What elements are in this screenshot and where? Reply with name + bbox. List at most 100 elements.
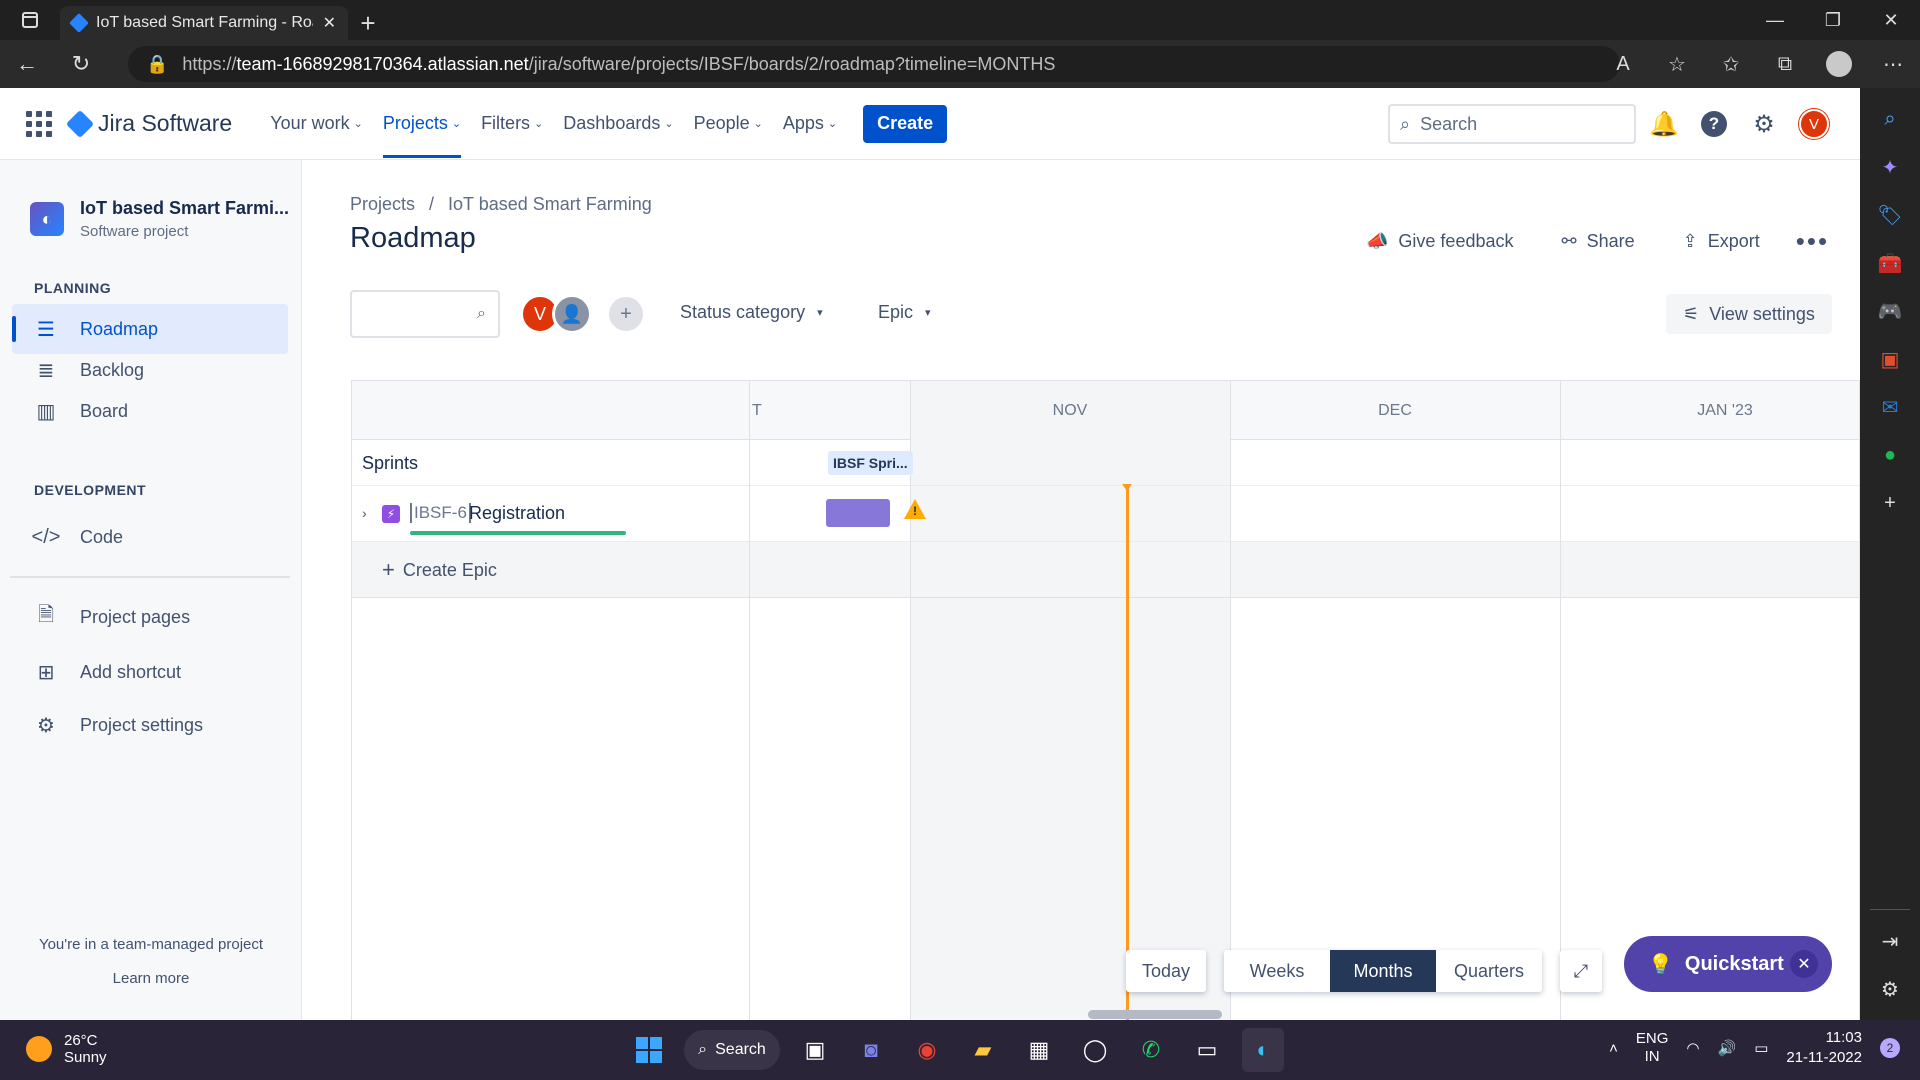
nav-dashboards[interactable]: Dashboards ⌄ — [553, 88, 683, 160]
close-icon[interactable]: ✕ — [1790, 950, 1818, 978]
primary-nav: Your work ⌄ Projects ⌄ Filters ⌄ Dashboards… — [260, 88, 948, 160]
wifi-icon[interactable]: ◠ — [1686, 1039, 1699, 1057]
search-icon[interactable]: ⌕ — [1873, 102, 1907, 136]
epic-timeline-bar[interactable] — [826, 499, 890, 527]
epic-dropdown[interactable]: Epic ▾ — [878, 302, 931, 323]
add-favorite-icon[interactable]: ☆ — [1650, 40, 1704, 88]
games-icon[interactable]: 🎮 — [1873, 294, 1907, 328]
hide-sidebar-icon[interactable]: ⇥ — [1873, 924, 1907, 958]
read-aloud-icon[interactable]: A — [1596, 40, 1650, 88]
clock[interactable]: 11:03 21-11-2022 — [1786, 1028, 1862, 1068]
nav-apps[interactable]: Apps ⌄ — [773, 88, 847, 160]
unassigned-avatar-icon[interactable]: 👤 — [552, 294, 592, 334]
give-feedback-button[interactable]: 📣 Give feedback — [1366, 231, 1514, 252]
scale-quarters-button[interactable]: Quarters — [1436, 950, 1542, 992]
sidebar-settings-icon[interactable]: ⚙ — [1873, 972, 1907, 1006]
epic-key[interactable]: IBSF-6 — [410, 503, 471, 523]
microsoft-store-icon[interactable]: ▦ — [1018, 1028, 1060, 1072]
sprint-chip[interactable]: IBSF Spri... — [828, 451, 913, 475]
epic-summary[interactable]: Registration — [469, 503, 565, 524]
notification-badge[interactable]: 2 — [1880, 1038, 1900, 1058]
weather-condition: Sunny — [64, 1049, 107, 1066]
breadcrumb: Projects / IoT based Smart Farming — [350, 194, 652, 215]
share-button[interactable]: ⚯ Share — [1562, 231, 1635, 252]
volume-icon[interactable]: 🔊 — [1718, 1039, 1737, 1057]
add-shortcut-icon: ⊞ — [37, 661, 55, 684]
export-button[interactable]: ⇪ Export — [1683, 231, 1760, 252]
restore-icon[interactable]: ❐ — [1804, 0, 1862, 40]
minimize-icon[interactable]: — — [1746, 0, 1804, 40]
close-tab-icon[interactable]: ✕ — [323, 13, 336, 33]
sidebar-item-board[interactable]: ▥ Board — [12, 386, 288, 436]
scale-weeks-button[interactable]: Weeks — [1224, 950, 1330, 992]
close-window-icon[interactable]: ✕ — [1862, 0, 1920, 40]
nav-your-work[interactable]: Your work ⌄ — [260, 88, 373, 160]
favorites-icon[interactable]: ✩ — [1704, 40, 1758, 88]
project-header[interactable]: ◐ IoT based Smart Farmi... Software proj… — [30, 198, 301, 240]
expand-chevron-icon[interactable]: › — [362, 505, 367, 521]
chevron-down-icon: ⌄ — [451, 118, 462, 130]
teams-chat-icon[interactable]: ◙ — [850, 1028, 892, 1072]
add-people-icon[interactable]: + — [606, 294, 646, 334]
nav-projects[interactable]: Projects ⌄ — [373, 88, 471, 160]
taskbar-search[interactable]: ⌕ Search — [684, 1030, 780, 1070]
breadcrumb-projects[interactable]: Projects — [350, 194, 415, 215]
discover-icon[interactable]: ✦ — [1873, 150, 1907, 184]
language-indicator[interactable]: ENG IN — [1636, 1030, 1669, 1066]
terminal-icon[interactable]: ▭ — [1186, 1028, 1228, 1072]
github-icon[interactable]: ◯ — [1074, 1028, 1116, 1072]
timeline-list-panel — [352, 381, 750, 1020]
roadmap-search-input[interactable]: ⌕ — [350, 290, 500, 338]
tab-actions-icon[interactable] — [0, 0, 60, 40]
share-icon: ⚯ — [1561, 231, 1577, 251]
status-category-dropdown[interactable]: Status category ▾ — [680, 302, 823, 323]
sidebar-item-project-pages[interactable]: 🗎 Project pages — [12, 592, 288, 642]
app-switcher-icon[interactable] — [26, 110, 52, 137]
nav-filters[interactable]: Filters ⌄ — [471, 88, 553, 160]
new-tab-button[interactable]: + — [348, 6, 388, 40]
edge-icon[interactable]: ◐ — [1242, 1028, 1284, 1072]
sidebar-item-project-settings[interactable]: ⚙ Project settings — [12, 700, 288, 750]
add-sidebar-app-icon[interactable]: + — [1873, 486, 1907, 520]
settings-gear-icon[interactable]: ⚙ — [1748, 104, 1780, 144]
view-settings-button[interactable]: ⚟ View settings — [1666, 294, 1832, 334]
profile-avatar[interactable] — [1826, 51, 1852, 77]
shopping-icon[interactable]: 🏷 — [1873, 198, 1907, 232]
create-epic-button[interactable]: + Create Epic — [382, 557, 497, 583]
task-view-icon[interactable]: ▣ — [794, 1028, 836, 1072]
browser-menu-icon[interactable]: ⋯ — [1866, 40, 1920, 88]
learn-more-link[interactable]: Learn more — [0, 970, 302, 987]
create-button[interactable]: Create — [863, 104, 948, 143]
sidebar-item-code[interactable]: </> Code — [12, 512, 288, 562]
notifications-icon[interactable]: 🔔 — [1648, 104, 1680, 144]
quickstart-button[interactable]: 💡 Quickstart ✕ — [1624, 936, 1832, 992]
chevron-up-icon[interactable]: ˄ — [1609, 1040, 1618, 1057]
help-icon[interactable]: ? — [1698, 104, 1730, 144]
profile-avatar[interactable]: V — [1798, 104, 1830, 144]
collections-icon[interactable]: ⧉ — [1758, 40, 1812, 88]
windows-start-icon[interactable] — [628, 1028, 670, 1072]
back-icon[interactable]: ← — [0, 40, 54, 88]
search-input[interactable]: ⌕ Search — [1388, 104, 1636, 144]
fullscreen-icon[interactable]: ⤢ — [1560, 950, 1602, 992]
file-explorer-icon[interactable]: ▰ — [962, 1028, 1004, 1072]
breadcrumb-project[interactable]: IoT based Smart Farming — [448, 194, 652, 215]
whatsapp-icon[interactable]: ✆ — [1130, 1028, 1172, 1072]
url-field[interactable]: 🔒 https://team-16689298170364.atlassian.… — [128, 46, 1620, 82]
outlook-icon[interactable]: ✉ — [1873, 390, 1907, 424]
horizontal-scrollbar[interactable] — [1088, 1010, 1222, 1019]
battery-icon[interactable]: ▭ — [1754, 1039, 1768, 1057]
spotify-icon[interactable]: ● — [1873, 438, 1907, 472]
refresh-icon[interactable]: ↻ — [54, 40, 108, 88]
chrome-icon[interactable]: ◉ — [906, 1028, 948, 1072]
more-actions-icon[interactable]: ••• — [1796, 226, 1829, 257]
office-icon[interactable]: ▣ — [1873, 342, 1907, 376]
today-button[interactable]: Today — [1126, 950, 1206, 992]
scale-months-button[interactable]: Months — [1330, 950, 1436, 992]
sidebar-item-add-shortcut[interactable]: ⊞ Add shortcut — [12, 647, 288, 697]
jira-logo[interactable]: Jira Software — [65, 109, 232, 138]
weather-widget[interactable]: 26°C Sunny — [26, 1032, 107, 1066]
tools-icon[interactable]: 🧰 — [1873, 246, 1907, 280]
nav-people[interactable]: People ⌄ — [684, 88, 773, 160]
browser-tab-active[interactable]: IoT based Smart Farming - Roadm ✕ — [60, 6, 348, 40]
